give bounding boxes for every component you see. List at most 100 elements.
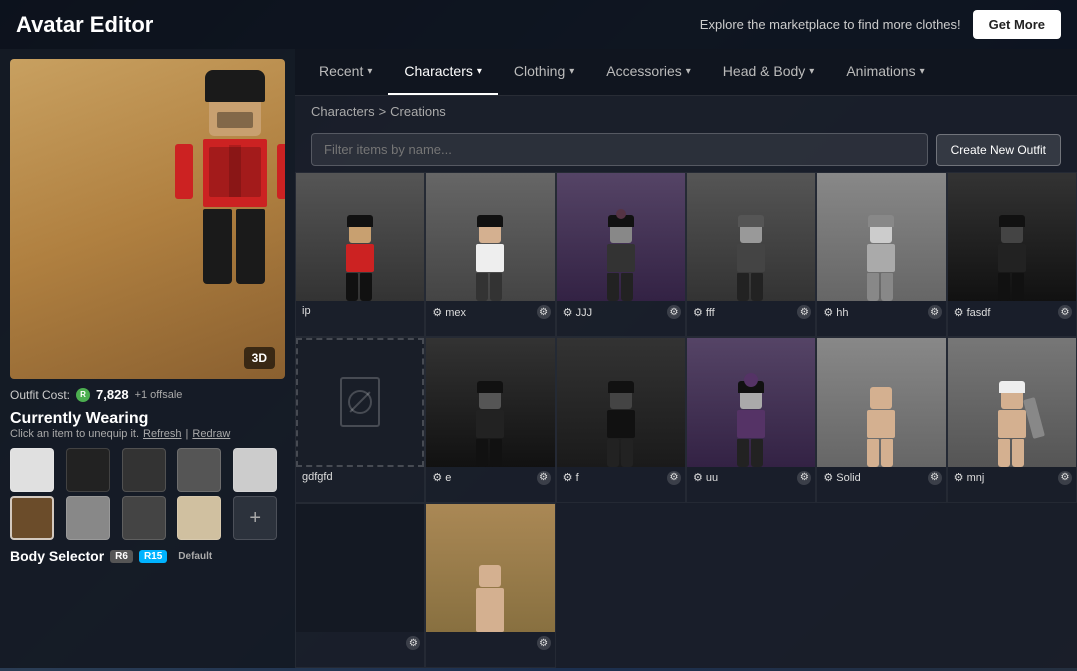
outfit-card-hh[interactable]: ⚙ hh ⚙ (816, 172, 946, 337)
outfit-label-uu: ⚙ uu ⚙ (687, 467, 815, 489)
view-badge-3d[interactable]: 3D (244, 347, 275, 369)
gear-icon-uu[interactable]: ⚙ (797, 471, 811, 485)
tab-characters-chevron: ▾ (477, 66, 482, 77)
outfit-cost-row: Outfit Cost: R 7,828 +1 offsale (10, 387, 285, 402)
worn-item-6[interactable] (10, 496, 54, 540)
gear-icon-solid[interactable]: ⚙ (928, 471, 942, 485)
outfit-thumb-f (557, 338, 685, 466)
outfit-card-mex[interactable]: ⚙ mex ⚙ (425, 172, 555, 337)
body-selector-row: Body Selector R6 R15 Default (10, 548, 285, 564)
outfit-card-row3-1[interactable]: ⚙ (425, 503, 555, 668)
gear-icon-fasdf[interactable]: ⚙ (1058, 305, 1072, 319)
outfit-card-e[interactable]: ⚙ e ⚙ (425, 337, 555, 502)
filter-input[interactable] (311, 133, 928, 166)
left-panel: 3D Outfit Cost: R 7,828 +1 offsale Curre… (0, 49, 295, 668)
outfit-card-fff[interactable]: ⚙ fff ⚙ (686, 172, 816, 337)
outfit-card-gdfgfd[interactable]: gdfgfd (295, 337, 425, 502)
outfit-thumb-extra (296, 504, 424, 632)
torso-stripe (229, 145, 241, 197)
outfit-thumb-uu (687, 338, 815, 466)
tab-clothing-chevron: ▾ (569, 66, 574, 77)
outfit-label-gdfgfd: gdfgfd (296, 467, 424, 487)
outfit-card-f[interactable]: ⚙ f ⚙ (556, 337, 686, 502)
r15-badge[interactable]: R15 (139, 550, 167, 563)
wearing-subtitle-text: Click an item to unequip it. (10, 428, 139, 440)
outfit-cost-value: 7,828 (96, 387, 129, 402)
create-outfit-button[interactable]: Create New Outfit (936, 134, 1061, 166)
main-layout: 3D Outfit Cost: R 7,828 +1 offsale Curre… (0, 49, 1077, 668)
tab-clothing-label: Clothing (514, 63, 565, 79)
worn-item-2[interactable] (66, 448, 110, 492)
outfit-thumb-gdfgfd (296, 338, 424, 466)
gear-icon-mnj[interactable]: ⚙ (1058, 471, 1072, 485)
left-arm (175, 144, 193, 199)
tab-clothing[interactable]: Clothing ▾ (498, 49, 590, 95)
tab-head-body[interactable]: Head & Body ▾ (707, 49, 831, 95)
gear-icon-extra[interactable]: ⚙ (406, 636, 420, 650)
outfit-label-row3-1: ⚙ (426, 632, 554, 654)
outfit-thumb-ip (296, 173, 424, 301)
tab-recent-label: Recent (319, 63, 363, 79)
outfit-label-solid: ⚙ Solid ⚙ (817, 467, 945, 489)
hair (205, 70, 265, 102)
tab-animations[interactable]: Animations ▾ (830, 49, 940, 95)
worn-item-5[interactable] (233, 448, 277, 492)
marketplace-text: Explore the marketplace to find more clo… (700, 17, 961, 32)
redraw-link[interactable]: Redraw (192, 428, 230, 440)
outfit-card-solid[interactable]: ⚙ Solid ⚙ (816, 337, 946, 502)
outfit-card-uu[interactable]: ⚙ uu ⚙ (686, 337, 816, 502)
outfits-grid: ip (295, 172, 1077, 668)
tab-animations-chevron: ▾ (920, 66, 925, 77)
avatar-figure (185, 84, 285, 334)
offsite-tag: +1 offsale (135, 389, 183, 401)
outfit-card-mnj[interactable]: ⚙ mnj ⚙ (947, 337, 1077, 502)
outfit-card-jjj[interactable]: ⚙ JJJ ⚙ (556, 172, 686, 337)
tab-characters[interactable]: Characters ▾ (388, 49, 498, 95)
outfit-thumb-fasdf (948, 173, 1076, 301)
gear-icon-f[interactable]: ⚙ (667, 471, 681, 485)
filter-row: Create New Outfit (295, 127, 1077, 172)
refresh-link[interactable]: Refresh (143, 428, 182, 440)
worn-item-8[interactable] (122, 496, 166, 540)
worn-item-4[interactable] (177, 448, 221, 492)
currently-wearing-title: Currently Wearing (10, 410, 285, 428)
gear-icon-row3-1[interactable]: ⚙ (537, 636, 551, 650)
avatar-preview: 3D (10, 59, 285, 379)
r6-badge[interactable]: R6 (110, 550, 133, 563)
add-item-slot[interactable]: + (233, 496, 277, 540)
top-bar-right: Explore the marketplace to find more clo… (700, 10, 1061, 39)
worn-items-grid: + (10, 448, 285, 540)
breadcrumb-current: Creations (390, 104, 446, 119)
worn-item-9[interactable] (177, 496, 221, 540)
gear-icon-hh[interactable]: ⚙ (928, 305, 942, 319)
outfit-label-f: ⚙ f ⚙ (557, 467, 685, 489)
get-more-button[interactable]: Get More (973, 10, 1061, 39)
breadcrumb-parent[interactable]: Characters (311, 104, 375, 119)
worn-item-1[interactable] (10, 448, 54, 492)
outfit-card-extra[interactable]: ⚙ (295, 503, 425, 668)
head (209, 84, 261, 136)
worn-item-3[interactable] (122, 448, 166, 492)
tab-accessories[interactable]: Accessories ▾ (590, 49, 707, 95)
gear-icon-jjj[interactable]: ⚙ (667, 305, 681, 319)
outfit-card-ip[interactable]: ip (295, 172, 425, 337)
tab-recent[interactable]: Recent ▾ (303, 49, 388, 95)
tab-animations-label: Animations (846, 63, 915, 79)
top-bar: Avatar Editor Explore the marketplace to… (0, 0, 1077, 49)
outfit-thumb-e (426, 338, 554, 466)
tab-accessories-label: Accessories (606, 63, 681, 79)
outfit-card-fasdf[interactable]: ⚙ fasdf ⚙ (947, 172, 1077, 337)
gear-icon-fff[interactable]: ⚙ (797, 305, 811, 319)
gear-icon-mex[interactable]: ⚙ (537, 305, 551, 319)
breadcrumb: Characters > Creations (295, 96, 1077, 127)
robux-icon: R (76, 388, 90, 402)
breadcrumb-separator: > (379, 104, 387, 119)
no-item-indicator (340, 377, 380, 427)
right-arm (277, 144, 285, 199)
wearing-subtitle: Click an item to unequip it. Refresh | R… (10, 428, 285, 440)
gear-icon-e[interactable]: ⚙ (537, 471, 551, 485)
worn-item-7[interactable] (66, 496, 110, 540)
outfit-thumb-solid (817, 338, 945, 466)
tab-recent-chevron: ▾ (367, 66, 372, 77)
outfit-thumb-mnj (948, 338, 1076, 466)
